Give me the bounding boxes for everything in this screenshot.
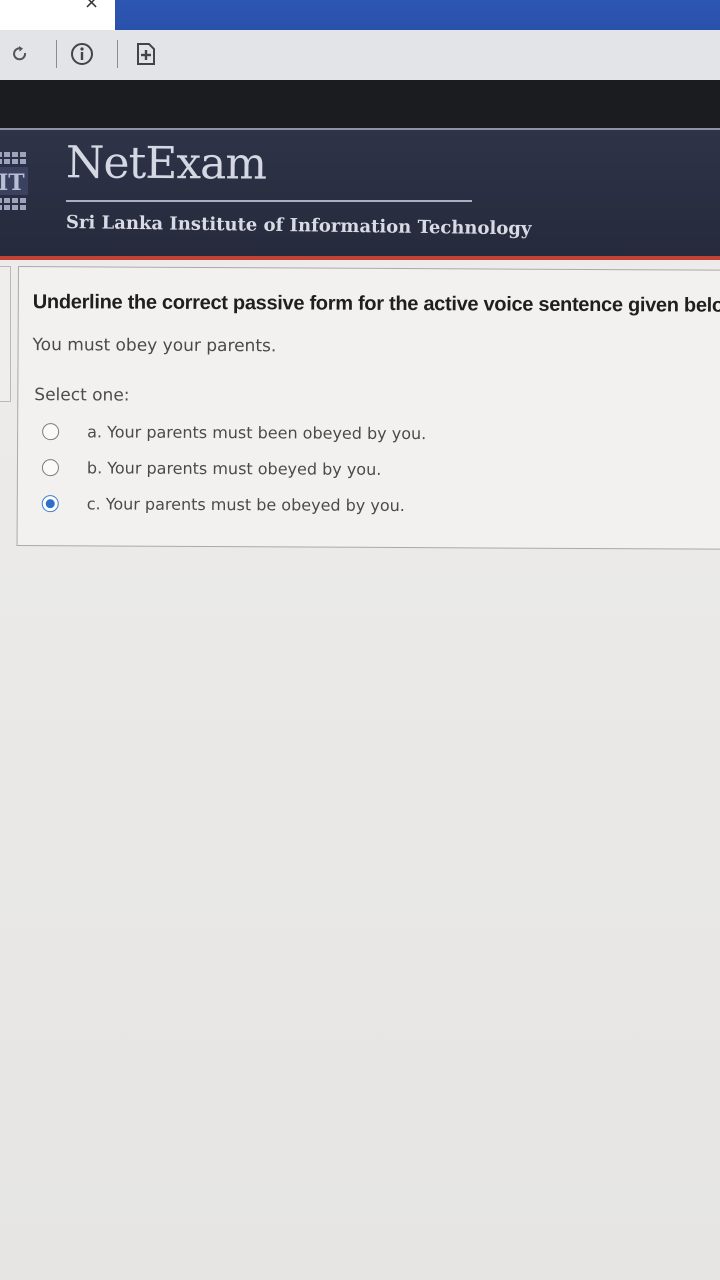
- radio-button-c[interactable]: [41, 494, 59, 512]
- browser-content-edge: [0, 80, 720, 132]
- tab-close-icon[interactable]: ×: [84, 0, 99, 12]
- reload-icon-svg: [13, 46, 27, 61]
- toolbar-separator: [56, 40, 57, 68]
- browser-toolbar: [0, 30, 720, 82]
- page: × IT NetExam Sri Lanka Institute of Info…: [0, 0, 720, 1280]
- option-label[interactable]: c. Your parents must be obeyed by you.: [87, 494, 405, 515]
- toolbar-separator: [117, 40, 118, 68]
- answer-option-a[interactable]: a. Your parents must been obeyed by you.: [42, 419, 426, 445]
- brand-title: NetExam: [65, 137, 267, 190]
- brand-divider: [66, 200, 472, 202]
- logo-text: IT: [0, 170, 25, 196]
- institute-name: Sri Lanka Institute of Information Techn…: [65, 212, 532, 240]
- radio-button-b[interactable]: [41, 458, 59, 476]
- answer-option-c[interactable]: c. Your parents must be obeyed by you.: [41, 491, 405, 517]
- add-page-icon[interactable]: [134, 42, 158, 66]
- sliit-logo[interactable]: IT: [0, 150, 32, 220]
- add-page-icon-svg: [137, 43, 155, 65]
- header-accent-line: [0, 256, 720, 260]
- site-header: IT NetExam Sri Lanka Institute of Inform…: [0, 128, 720, 260]
- option-label[interactable]: b. Your parents must obeyed by you.: [87, 458, 382, 479]
- question-card: Underline the correct passive form for t…: [16, 266, 720, 550]
- reload-icon[interactable]: [8, 42, 32, 66]
- question-info-panel: [0, 266, 11, 402]
- info-icon[interactable]: [70, 42, 94, 66]
- select-one-label: Select one:: [34, 385, 130, 406]
- radio-button-a[interactable]: [42, 422, 60, 440]
- question-prompt: Underline the correct passive form for t…: [32, 291, 720, 317]
- question-sentence: You must obey your parents.: [32, 335, 277, 357]
- answer-option-b[interactable]: b. Your parents must obeyed by you.: [41, 455, 382, 481]
- info-icon-svg: [71, 43, 93, 65]
- option-label[interactable]: a. Your parents must been obeyed by you.: [87, 422, 426, 443]
